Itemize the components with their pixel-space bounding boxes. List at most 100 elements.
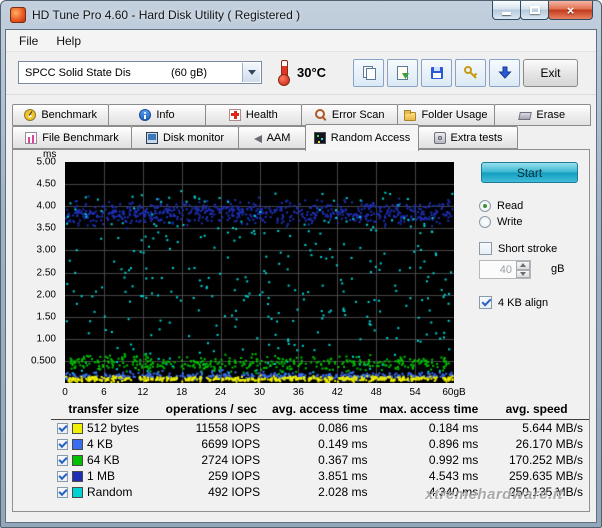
drive-capacity: (60 gB) [171, 67, 207, 79]
max-access-value: 4.543 ms [374, 468, 485, 484]
ops-value: 2724 IOPS [157, 452, 267, 468]
table-row: 512 bytes 11558 IOPS 0.086 ms 0.184 ms 5… [51, 420, 589, 437]
series-size-label: 4 KB [87, 437, 113, 451]
random-access-icon [314, 132, 326, 144]
start-button[interactable]: Start [481, 162, 578, 183]
tab-benchmark[interactable]: Benchmark [12, 104, 109, 126]
watermark: xtremehardware.it [425, 486, 563, 503]
drive-select-dropdown-button[interactable] [242, 63, 260, 82]
options-button[interactable] [455, 59, 486, 87]
avg-speed-value: 170.252 MB/s [484, 452, 589, 468]
tab-health[interactable]: Health [205, 104, 302, 126]
tab-label: Erase [536, 109, 565, 121]
series-color-swatch [72, 487, 83, 498]
x-axis-tick-label: 60gB [442, 387, 465, 398]
file-benchmark-icon [25, 132, 37, 144]
avg-access-value: 0.149 ms [266, 436, 373, 452]
export-results-button[interactable] [489, 59, 520, 87]
tab-file-benchmark[interactable]: File Benchmark [12, 126, 132, 149]
ops-value: 259 IOPS [157, 468, 267, 484]
tab-folder-usage[interactable]: Folder Usage [397, 104, 494, 126]
thermometer-icon [278, 60, 289, 85]
menu-bar: File Help [6, 30, 596, 52]
series-visibility-checkbox[interactable] [57, 471, 68, 482]
align-row: 4 KB align [479, 296, 548, 309]
read-radio[interactable] [479, 200, 491, 212]
tab-disk-monitor[interactable]: Disk monitor [131, 126, 239, 149]
ops-value: 11558 IOPS [157, 420, 267, 437]
read-radio-label: Read [497, 200, 523, 212]
chevron-up-icon [520, 263, 526, 267]
x-axis-tick-label: 42 [332, 387, 343, 398]
monitor-icon [146, 132, 158, 144]
tab-error-scan[interactable]: Error Scan [301, 104, 398, 126]
series-size-label: 64 KB [87, 453, 120, 467]
benchmark-icon [24, 109, 36, 121]
header-transfer-size: transfer size [51, 400, 157, 420]
read-option-row: Read [479, 200, 523, 212]
x-axis-tick-label: 0 [62, 387, 68, 398]
short-stroke-checkbox[interactable] [479, 242, 492, 255]
download-arrow-icon [497, 65, 513, 81]
toolbar-buttons [353, 59, 520, 87]
series-size-label: Random [87, 485, 132, 499]
copy-to-clipboard-button[interactable] [387, 59, 418, 87]
magnifier-icon [315, 109, 327, 121]
chevron-down-icon [248, 70, 256, 75]
series-color-swatch [72, 423, 83, 434]
speaker-icon [254, 135, 262, 143]
tab-info[interactable]: Info [108, 104, 205, 126]
series-visibility-checkbox[interactable] [57, 439, 68, 450]
maximize-button[interactable] [520, 1, 549, 20]
tab-strip-row2: File Benchmark Disk monitor AAM Random A… [12, 126, 590, 149]
copy-screenshot-button[interactable] [353, 59, 384, 87]
avg-access-value: 0.086 ms [266, 420, 373, 437]
tab-erase[interactable]: Erase [494, 104, 591, 126]
close-button[interactable]: × [548, 1, 593, 20]
tab-label: Disk monitor [163, 132, 224, 144]
tab-label: Health [246, 109, 278, 121]
ops-value: 6699 IOPS [157, 436, 267, 452]
y-axis-tick-label: 4.00 [37, 201, 56, 212]
spinner-up-button[interactable] [516, 261, 530, 270]
short-stroke-label: Short stroke [498, 243, 557, 255]
tab-random-access[interactable]: Random Access [305, 124, 419, 151]
series-visibility-checkbox[interactable] [57, 423, 68, 434]
series-color-swatch [72, 439, 83, 450]
tab-aam[interactable]: AAM [238, 126, 306, 149]
tab-label: AAM [267, 132, 291, 144]
menu-file[interactable]: File [10, 31, 47, 51]
info-icon [139, 109, 151, 121]
table-row: 1 MB 259 IOPS 3.851 ms 4.543 ms 259.635 … [51, 468, 589, 484]
write-radio-label: Write [497, 216, 522, 228]
save-button[interactable] [421, 59, 452, 87]
copy-icon [361, 65, 377, 81]
y-axis-tick-label: 3.50 [37, 223, 56, 234]
x-axis-tick-label: 30 [254, 387, 265, 398]
align-checkbox[interactable] [479, 296, 492, 309]
drive-select[interactable]: SPCC Solid State Dis (60 gB) [18, 61, 262, 84]
floppy-save-icon [429, 65, 445, 81]
menu-help[interactable]: Help [47, 31, 90, 51]
spinner-down-button[interactable] [516, 270, 530, 279]
short-stroke-spinner [516, 261, 530, 278]
exit-button[interactable]: Exit [523, 59, 578, 87]
write-radio[interactable] [479, 216, 491, 228]
series-size-label: 512 bytes [87, 421, 139, 435]
y-axis-tick-label: 1.50 [37, 311, 56, 322]
eraser-icon [519, 112, 533, 120]
y-axis-tick-label: 4.50 [37, 179, 56, 190]
series-visibility-checkbox[interactable] [57, 487, 68, 498]
minimize-button[interactable] [492, 1, 521, 20]
header-operations: operations / sec [157, 400, 267, 420]
maximize-icon [530, 6, 540, 14]
tab-extra-tests[interactable]: Extra tests [418, 126, 518, 149]
x-axis-tick-label: 18 [176, 387, 187, 398]
titlebar: HD Tune Pro 4.60 - Hard Disk Utility ( R… [1, 1, 601, 29]
y-axis-tick-label: 2.50 [37, 267, 56, 278]
series-visibility-checkbox[interactable] [57, 455, 68, 466]
chevron-down-icon [520, 272, 526, 276]
window-controls: × [493, 1, 593, 20]
x-axis-tick-label: 48 [371, 387, 382, 398]
align-label: 4 KB align [498, 297, 548, 309]
